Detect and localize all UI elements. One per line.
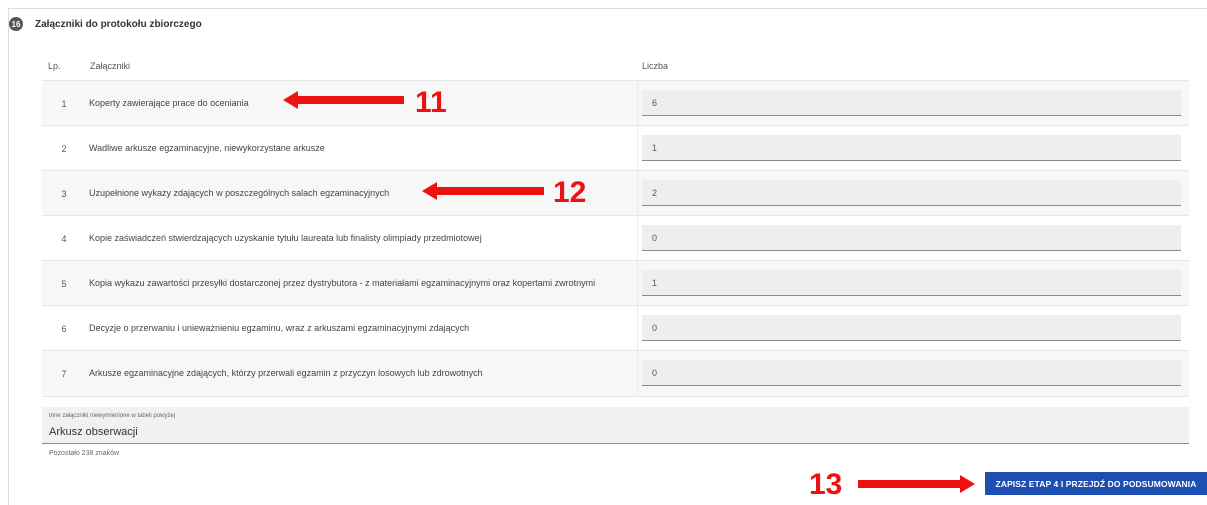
table-row: 3 Uzupełnione wykazy zdających w poszcze… [42,170,1189,216]
attachment-name: Wadliwe arkusze egzaminacyjne, niewykorz… [89,143,325,153]
table-row: 6 Decyzje o przerwaniu i unieważnieniu e… [42,305,1189,351]
row-number: 4 [61,233,67,244]
count-field[interactable]: 1 [642,135,1181,161]
table-row: 7 Arkusze egzaminacyjne zdających, którz… [42,350,1189,397]
count-field[interactable]: 0 [642,360,1181,386]
column-header-lp: Lp. [48,61,61,71]
count-field[interactable]: 2 [642,180,1181,206]
table-row: 1 Koperty zawierające prace do oceniania… [42,80,1189,126]
table-row: 4 Kopie zaświadczeń stwierdzających uzys… [42,215,1189,261]
annotation-number: 11 [415,86,447,119]
count-field[interactable]: 1 [642,270,1181,296]
row-number: 5 [61,278,67,289]
column-header-attachments: Załączniki [90,61,131,71]
section-header: 16 Załączniki do protokołu zbiorczego [9,17,202,31]
section-frame-left [8,8,9,505]
other-attachments-field[interactable]: Inne załączniki niewymienione w tabeli p… [42,407,1189,444]
remaining-characters: Pozostało 238 znaków [49,450,120,457]
attachment-name: Decyzje o przerwaniu i unieważnieniu egz… [89,323,470,333]
section-frame-top [8,8,1207,9]
annotation-arrow-right [858,475,975,493]
section-title: Załączniki do protokołu zbiorczego [35,18,202,30]
count-field[interactable]: 6 [642,90,1181,116]
row-number: 3 [61,188,67,199]
save-and-summary-button[interactable]: ZAPISZ ETAP 4 I PRZEJDŹ DO PODSUMOWANIA [985,472,1207,495]
annotation-number: 12 [553,176,587,209]
table-row: 2 Wadliwe arkusze egzaminacyjne, niewyko… [42,125,1189,171]
other-attachments-label: Inne załączniki niewymienione w tabeli p… [49,413,176,419]
row-number: 6 [61,323,67,334]
table-row: 5 Kopia wykazu zawartości przesyłki dost… [42,260,1189,306]
count-field[interactable]: 0 [642,225,1181,251]
row-number: 2 [61,143,67,154]
annotation-arrow-left [422,182,544,200]
column-header-count: Liczba [642,61,669,71]
attachment-name: Kopie zaświadczeń stwierdzających uzyska… [89,233,482,243]
annotation-arrow-left [283,91,404,109]
attachment-name: Kopia wykazu zawartości przesyłki dostar… [89,278,596,288]
section-number-badge: 16 [9,17,23,31]
count-field[interactable]: 0 [642,315,1181,341]
other-attachments-value: Arkusz obserwacji [49,426,138,438]
row-number: 7 [61,368,67,379]
row-number: 1 [61,98,67,109]
annotation-number: 13 [809,468,843,501]
attachment-name: Arkusze egzaminacyjne zdających, którzy … [89,368,483,378]
